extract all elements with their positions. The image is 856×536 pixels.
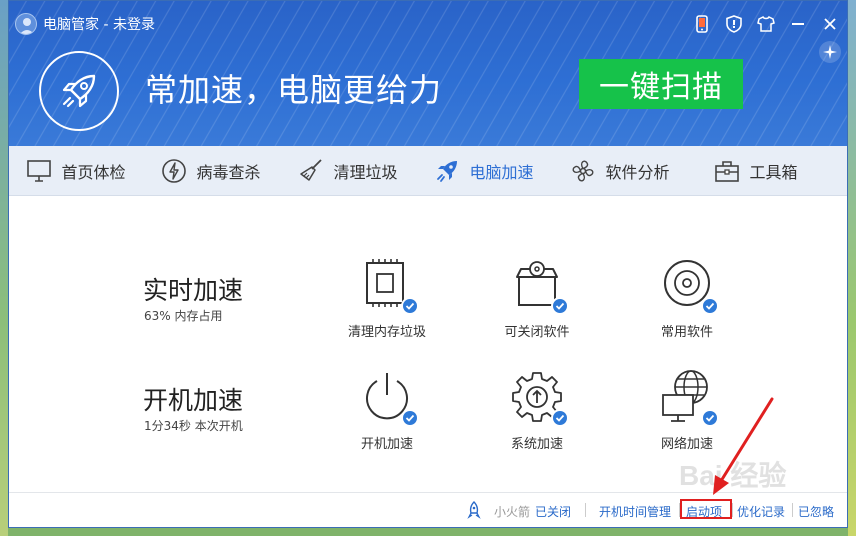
broom-icon — [297, 157, 325, 185]
tab-pc-speedup[interactable]: 电脑加速 — [416, 146, 551, 195]
fan-icon — [569, 157, 597, 185]
header-banner: 电脑管家 - 未登录 常加速，电脑更给力 一键扫描 — [9, 1, 847, 146]
power-icon — [359, 369, 419, 427]
pc-manager-window: 电脑管家 - 未登录 常加速，电脑更给力 一键扫描 首页体检 病毒查杀 清理垃圾… — [8, 0, 848, 528]
common-software-tool[interactable]: 常用软件 — [632, 257, 742, 340]
closable-software-tool[interactable]: 可关闭软件 — [482, 257, 592, 340]
slogan-text: 常加速，电脑更给力 — [145, 71, 443, 109]
tab-clean-junk[interactable]: 清理垃圾 — [279, 146, 416, 195]
footer-bar: 小火箭 已关闭 开机时间管理 启动项 优化记录 已忽略 — [9, 492, 847, 527]
boot-time-management-link[interactable]: 开机时间管理 — [599, 503, 671, 520]
phone-icon[interactable] — [691, 13, 713, 35]
disc-icon — [659, 257, 719, 315]
tool-label: 系统加速 — [510, 437, 563, 452]
check-icon — [401, 297, 419, 315]
boot-time-text: 1分34秒 本次开机 — [144, 419, 243, 433]
tool-label: 常用软件 — [660, 325, 713, 340]
tab-label: 病毒查杀 — [196, 162, 261, 182]
footer-divider — [732, 503, 733, 517]
rocket-icon — [62, 74, 96, 108]
check-icon — [701, 297, 719, 315]
rocket-icon — [433, 157, 461, 185]
gear-icon — [509, 369, 569, 427]
toolbox-icon — [713, 157, 741, 185]
footer-divider — [792, 503, 793, 517]
shirt-icon[interactable] — [755, 13, 777, 35]
footer-divider — [585, 503, 586, 517]
avatar[interactable] — [15, 13, 37, 35]
network-icon — [659, 369, 719, 427]
check-icon — [551, 409, 569, 427]
tab-label: 软件分析 — [605, 162, 670, 182]
small-rocket-label: 小火箭 — [494, 505, 531, 519]
check-icon — [701, 409, 719, 427]
watermark-text: Bai 经验 — [679, 459, 786, 491]
main-tabs: 首页体检 病毒查杀 清理垃圾 电脑加速 软件分析 工具箱 — [9, 146, 847, 196]
shield-icon[interactable] — [723, 13, 745, 35]
tool-label: 可关闭软件 — [504, 325, 570, 340]
sparkle-icon[interactable] — [819, 41, 841, 63]
desktop-background-left — [0, 0, 8, 536]
small-rocket-status-link[interactable]: 已关闭 — [535, 503, 571, 520]
desktop-background-right — [848, 0, 856, 536]
realtime-speedup-title: 实时加速 — [143, 276, 244, 305]
tab-label: 清理垃圾 — [333, 162, 398, 182]
tab-home-checkup[interactable]: 首页体检 — [9, 146, 142, 195]
clean-memory-tool[interactable]: 清理内存垃圾 — [332, 257, 442, 340]
boot-speedup-title: 开机加速 — [143, 386, 244, 415]
network-speedup-tool[interactable]: 网络加速 — [632, 369, 742, 452]
check-icon — [551, 297, 569, 315]
close-icon[interactable] — [819, 13, 841, 35]
title-bar: 电脑管家 - 未登录 — [9, 1, 847, 63]
tool-label: 网络加速 — [660, 437, 713, 452]
optimize-log-link[interactable]: 优化记录 — [737, 503, 785, 520]
small-rocket-icon — [467, 501, 481, 523]
boot-speedup-tool[interactable]: 开机加速 — [332, 369, 442, 452]
tab-virus-scan[interactable]: 病毒查杀 — [142, 146, 279, 195]
software-box-icon — [509, 257, 569, 315]
tab-software-analysis[interactable]: 软件分析 — [551, 146, 688, 195]
lightning-icon — [160, 157, 188, 185]
tool-label: 开机加速 — [360, 437, 413, 452]
user-icon — [19, 18, 35, 34]
rocket-emblem — [39, 51, 119, 131]
tab-label: 电脑加速 — [469, 162, 534, 182]
startup-items-highlight — [680, 499, 732, 519]
app-title: 电脑管家 - 未登录 — [43, 17, 155, 33]
minimize-icon[interactable] — [787, 13, 809, 35]
system-speedup-tool[interactable]: 系统加速 — [482, 369, 592, 452]
tab-label: 首页体检 — [61, 162, 126, 182]
memory-chip-icon — [359, 257, 419, 315]
tab-toolbox[interactable]: 工具箱 — [688, 146, 823, 195]
one-click-scan-button[interactable]: 一键扫描 — [579, 59, 743, 109]
check-icon — [401, 409, 419, 427]
title-bar-icons — [691, 13, 841, 35]
monitor-icon — [25, 157, 53, 185]
tool-label: 清理内存垃圾 — [347, 325, 426, 340]
memory-usage-text: 63% 内存占用 — [144, 309, 223, 323]
tab-label: 工具箱 — [749, 162, 798, 182]
ignored-link[interactable]: 已忽略 — [798, 503, 834, 520]
